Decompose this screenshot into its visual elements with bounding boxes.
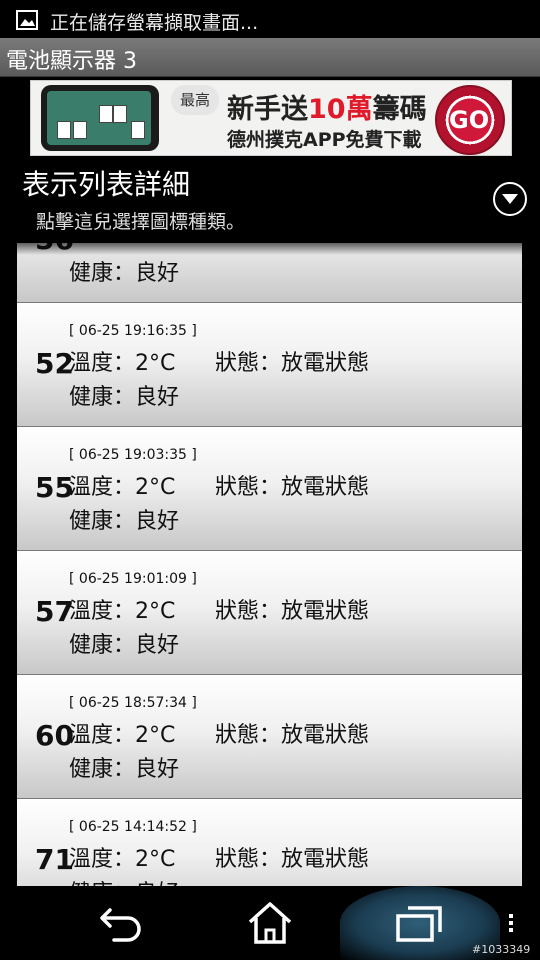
timestamp: [ 06-25 14:14:52 ] [69, 819, 197, 835]
app-title: 電池顯示器 3 [6, 49, 137, 74]
watermark: #1033349 [472, 943, 531, 956]
section-subtitle[interactable]: 點擊這兒選擇圖標種類。 [36, 207, 245, 234]
health-text: 健康：良好 [69, 633, 180, 658]
temperature-text: 溫度：2°C [69, 723, 176, 748]
overflow-menu-icon[interactable] [502, 900, 520, 946]
status-notification-text: 正在儲存螢幕擷取畫面... [50, 12, 259, 34]
ad-go-button[interactable]: GO [435, 85, 505, 155]
temperature-text: 溫度：2°C [69, 475, 176, 500]
list-item[interactable]: [ 06-25 18:57:34 ] 60 溫度：2°C 狀態：放電狀態 健康：… [17, 675, 522, 799]
health-text: 健康：良好 [69, 261, 180, 286]
title-bar: 電池顯示器 3 [0, 38, 540, 77]
screenshot-image-icon [16, 10, 38, 30]
navigation-bar [0, 886, 540, 960]
health-text: 健康：良好 [69, 757, 180, 782]
state-text: 狀態：放電狀態 [215, 723, 370, 748]
state-text: 狀態：放電狀態 [215, 847, 370, 872]
ad-banner[interactable]: 最高 新手送10萬籌碼 德州撲克APP免費下載 GO [30, 80, 512, 156]
list-top-shadow [17, 243, 522, 255]
list-item[interactable]: [ 06-25 14:14:52 ] 71 溫度：2°C 狀態：放電狀態 健康：… [17, 799, 522, 886]
ad-headline: 新手送10萬籌碼 [227, 87, 427, 126]
history-list[interactable]: 56 健康：良好 [ 06-25 19:16:35 ] 52 溫度：2°C 狀態… [17, 243, 522, 886]
ad-headline-prefix: 新手送 [227, 94, 308, 125]
health-text: 健康：良好 [69, 509, 180, 534]
health-text: 健康：良好 [69, 875, 179, 886]
timestamp: [ 06-25 19:03:35 ] [69, 447, 197, 463]
ad-headline-highlight: 10萬 [308, 94, 373, 125]
ad-bubble: 最高 [171, 85, 219, 115]
list-item[interactable]: [ 06-25 19:01:09 ] 57 溫度：2°C 狀態：放電狀態 健康：… [17, 551, 522, 675]
back-arrow-icon[interactable] [96, 900, 146, 946]
ad-phone-image [41, 85, 159, 151]
timestamp: [ 06-25 19:16:35 ] [69, 323, 197, 339]
ad-go-label: GO [449, 106, 490, 134]
state-text: 狀態：放電狀態 [215, 475, 370, 500]
health-text: 健康：良好 [69, 385, 180, 410]
state-text: 狀態：放電狀態 [215, 599, 370, 624]
ad-headline-suffix: 籌碼 [372, 94, 427, 125]
temperature-text: 溫度：2°C [69, 847, 176, 872]
temperature-text: 溫度：2°C [69, 351, 176, 376]
temperature-text: 溫度：2°C [69, 599, 176, 624]
timestamp: [ 06-25 18:57:34 ] [69, 695, 197, 711]
chevron-down-icon [502, 194, 518, 204]
section-title[interactable]: 表示列表詳細 [22, 163, 190, 203]
timestamp: [ 06-25 19:01:09 ] [69, 571, 197, 587]
list-item[interactable]: [ 06-25 19:03:35 ] 55 溫度：2°C 狀態：放電狀態 健康：… [17, 427, 522, 551]
state-text: 狀態：放電狀態 [215, 351, 370, 376]
icon-type-dropdown-button[interactable] [493, 182, 527, 216]
ad-subline: 德州撲克APP免費下載 [227, 129, 422, 151]
home-icon[interactable] [245, 900, 295, 946]
status-bar: 正在儲存螢幕擷取畫面... [0, 0, 540, 38]
list-item[interactable]: [ 06-25 19:16:35 ] 52 溫度：2°C 狀態：放電狀態 健康：… [17, 303, 522, 427]
recent-apps-icon[interactable] [394, 900, 444, 946]
